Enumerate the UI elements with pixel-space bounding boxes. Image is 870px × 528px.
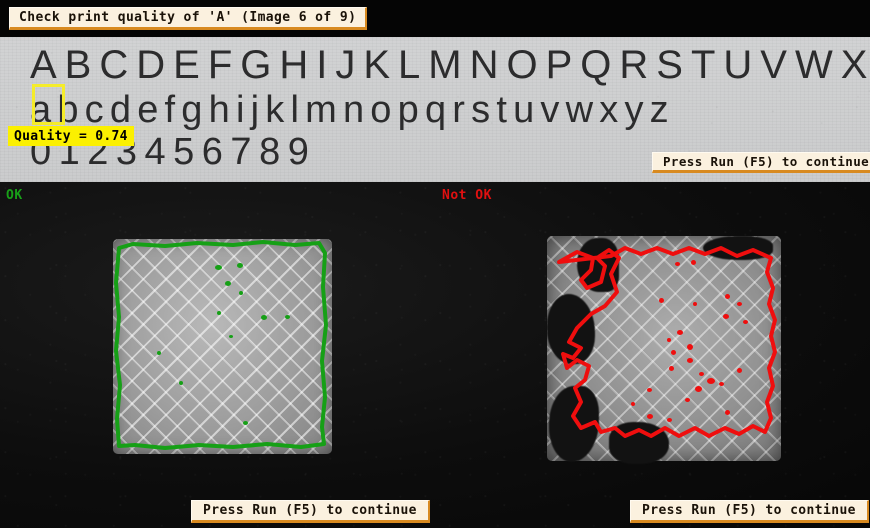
continue-button-print-quality[interactable]: Press Run (F5) to continue [652,152,870,173]
burn-region [703,236,773,260]
continue-button-not-ok-panel[interactable]: Press Run (F5) to continue [630,500,869,523]
application-window: Check print quality of 'A' (Image 6 of 9… [0,0,870,528]
verdict-label-ok: OK [6,188,23,203]
continue-button-ok-panel[interactable]: Press Run (F5) to continue [191,500,430,523]
burn-region [609,422,669,464]
alphabet-row-uppercase: ABCDEFGHIJKLMNOPQRSTUVWXYZ [30,43,870,87]
burn-region [577,238,619,292]
highlighted-character-box [32,84,65,125]
specimen-image-ok [113,239,332,454]
biscuit-surface-ok [113,239,332,454]
specimen-image-not-ok [547,236,781,464]
verdict-label-not-ok: Not OK [442,188,492,203]
title-chip: Check print quality of 'A' (Image 6 of 9… [9,7,368,30]
quality-score-badge: Quality = 0.74 [8,126,134,146]
